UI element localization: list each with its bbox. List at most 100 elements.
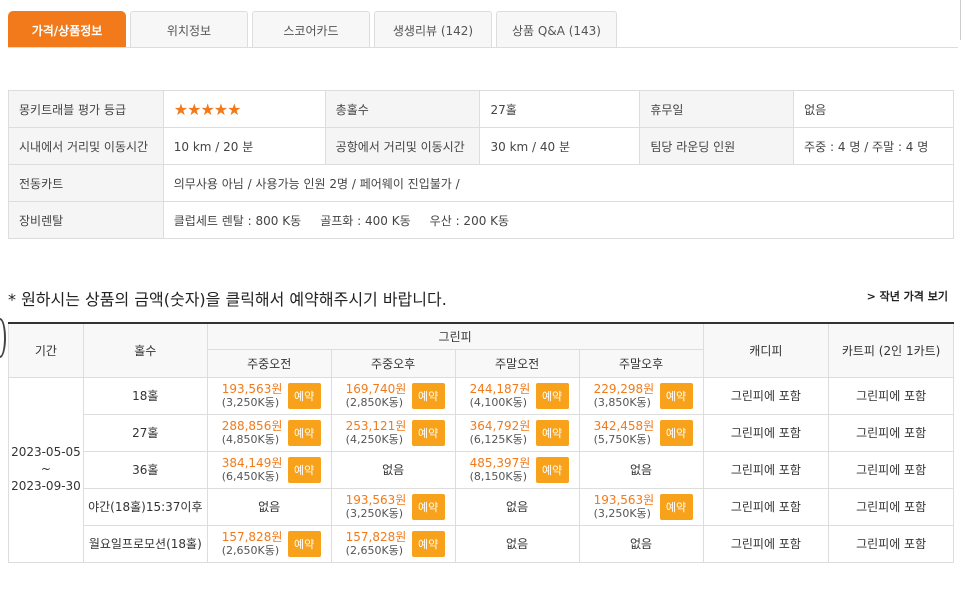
team-size-label: 팀당 라운딩 인원	[639, 127, 795, 165]
period-start: 2023-05-05	[11, 445, 81, 459]
price-cell: 485,397원 (8,150K동) 예약	[454, 450, 580, 489]
price-cell: 253,121원 (4,250K동) 예약	[330, 413, 456, 452]
tab-bar: 가격/상품정보 위치정보 스코어카드 생생리뷰 (142) 상품 Q&A (14…	[8, 11, 617, 48]
rental-label: 장비렌탈	[8, 201, 164, 239]
price-amount[interactable]: 485,397원 (8,150K동)	[470, 456, 531, 483]
book-button[interactable]: 예약	[411, 493, 445, 520]
table-row: 36홀 384,149원 (6,450K동) 예약 없음 485,397원 (8,15…	[9, 450, 954, 489]
cart-fee-cell: 그린피에 포함	[828, 450, 954, 489]
table-row: 27홀 288,856원 (4,850K동) 예약 253,121원 (4,250K동…	[9, 413, 954, 452]
price-amount[interactable]: 364,792원 (6,125K동)	[470, 419, 531, 446]
holes-value: 27홀	[479, 90, 641, 128]
price-cell: 193,563원 (3,250K동) 예약	[578, 487, 704, 526]
holes-cell: 36홀	[82, 450, 208, 489]
prev-year-price-link[interactable]: > 작년 가격 보기	[867, 288, 948, 304]
weekday-pm-header: 주중오후	[330, 348, 456, 378]
price-amount[interactable]: 342,458원 (5,750K동)	[594, 419, 655, 446]
book-button[interactable]: 예약	[535, 382, 569, 409]
book-button[interactable]: 예약	[659, 382, 693, 409]
holes-cell: 27홀	[82, 413, 208, 452]
book-button[interactable]: 예약	[411, 530, 445, 557]
caddie-header: 캐디피	[702, 322, 830, 378]
price-none-cell: 없음	[578, 450, 704, 489]
airport-distance-label: 공항에서 거리및 이동시간	[324, 127, 481, 165]
booking-notice: * 원하시는 상품의 금액(숫자)을 클릭해서 예약해주시기 바랍니다.	[8, 290, 447, 309]
book-button[interactable]: 예약	[659, 419, 693, 446]
cart-label: 전동카트	[8, 164, 164, 202]
holes-label: 총홀수	[324, 90, 481, 128]
weekday-am-header: 주중오전	[206, 348, 332, 378]
tabs-divider	[8, 47, 958, 48]
cart-fee-cell: 그린피에 포함	[828, 524, 954, 563]
price-none-cell: 없음	[206, 487, 332, 526]
weekend-am-header: 주말오전	[454, 348, 580, 378]
cart-fee-cell: 그린피에 포함	[828, 376, 954, 415]
price-amount[interactable]: 288,856원 (4,850K동)	[222, 419, 283, 446]
holes-cell: 월요일프로모션(18홀)	[82, 524, 208, 563]
price-amount[interactable]: 157,828원 (2,650K동)	[346, 530, 407, 557]
period-header: 기간	[8, 322, 84, 378]
closed-day-label: 휴무일	[639, 90, 795, 128]
price-cell: 193,563원 (3,250K동) 예약	[206, 376, 332, 415]
scrollbar-edge	[960, 0, 966, 40]
course-info-table: 몽키트래블 평가 등급 ★★★★★ 총홀수 27홀 휴무일 없음 시내에서 거리…	[8, 90, 955, 239]
table-row: 야간(18홀)15:37이후 없음 193,563원 (3,250K동) 예약 없음…	[9, 487, 954, 526]
price-table: 기간 홀수 그린피 캐디피 카트피 (2인 1카트) 주중오전 주중오후 주말오…	[8, 322, 954, 563]
tab-scorecard[interactable]: 스코어카드	[252, 11, 370, 48]
price-amount[interactable]: 229,298원 (3,850K동)	[594, 382, 655, 409]
closed-day-value: 없음	[793, 90, 954, 128]
tab-qna[interactable]: 상품 Q&A (143)	[496, 11, 617, 48]
book-button[interactable]: 예약	[535, 419, 569, 446]
caddie-cell: 그린피에 포함	[702, 376, 830, 415]
cart-fee-cell: 그린피에 포함	[828, 487, 954, 526]
book-button[interactable]: 예약	[287, 456, 321, 483]
book-button[interactable]: 예약	[287, 530, 321, 557]
price-amount[interactable]: 253,121원 (4,250K동)	[346, 419, 407, 446]
cart-fee-header: 카트피 (2인 1카트)	[828, 322, 954, 378]
cart-value: 의무사용 아님 / 사용가능 인원 2명 / 페어웨이 진입불가 /	[162, 164, 955, 202]
price-amount[interactable]: 157,828원 (2,650K동)	[222, 530, 283, 557]
price-amount[interactable]: 244,187원 (4,100K동)	[470, 382, 531, 409]
period-end: 2023-09-30	[11, 479, 81, 493]
price-amount[interactable]: 193,563원 (3,250K동)	[346, 493, 407, 520]
holes-header: 홀수	[82, 322, 208, 378]
price-none-cell: 없음	[454, 487, 580, 526]
book-button[interactable]: 예약	[287, 419, 321, 446]
rating-stars: ★★★★★	[162, 90, 326, 128]
tab-reviews[interactable]: 생생리뷰 (142)	[374, 11, 492, 48]
price-cell: 364,792원 (6,125K동) 예약	[454, 413, 580, 452]
book-button[interactable]: 예약	[411, 419, 445, 446]
price-amount[interactable]: 193,563원 (3,250K동)	[222, 382, 283, 409]
star-rating-icon: ★★★★★	[173, 99, 242, 119]
airport-distance-value: 30 km / 40 분	[479, 127, 641, 165]
city-distance-value: 10 km / 20 분	[162, 127, 326, 165]
tab-location[interactable]: 위치정보	[130, 11, 248, 48]
caddie-cell: 그린피에 포함	[702, 413, 830, 452]
book-button[interactable]: 예약	[411, 382, 445, 409]
price-cell: 157,828원 (2,650K동) 예약	[206, 524, 332, 563]
tab-price-info[interactable]: 가격/상품정보	[8, 11, 126, 48]
cart-fee-cell: 그린피에 포함	[828, 413, 954, 452]
city-distance-label: 시내에서 거리및 이동시간	[8, 127, 164, 165]
rating-label: 몽키트래블 평가 등급	[8, 90, 164, 128]
book-button[interactable]: 예약	[659, 493, 693, 520]
price-cell: 244,187원 (4,100K동) 예약	[454, 376, 580, 415]
book-button[interactable]: 예약	[287, 382, 321, 409]
period-sep: ~	[40, 462, 51, 476]
rental-value: 클럽세트 렌탈 : 800 K동 골프화 : 400 K동 우산 : 200 K…	[162, 201, 955, 239]
price-none-cell: 없음	[454, 524, 580, 563]
book-button[interactable]: 예약	[535, 456, 569, 483]
price-none-cell: 없음	[578, 524, 704, 563]
caddie-cell: 그린피에 포함	[702, 524, 830, 563]
team-size-value: 주중 : 4 명 / 주말 : 4 명	[793, 127, 954, 165]
greenfee-header: 그린피	[206, 322, 704, 350]
price-cell: 342,458원 (5,750K동) 예약	[578, 413, 704, 452]
price-amount[interactable]: 169,740원 (2,850K동)	[346, 382, 407, 409]
price-amount[interactable]: 384,149원 (6,450K동)	[222, 456, 283, 483]
period-cell: 2023-05-05 ~ 2023-09-30	[8, 376, 84, 563]
price-amount[interactable]: 193,563원 (3,250K동)	[594, 493, 655, 520]
holes-cell: 18홀	[82, 376, 208, 415]
weekend-pm-header: 주말오후	[578, 348, 704, 378]
price-none-cell: 없음	[330, 450, 456, 489]
price-cell: 157,828원 (2,650K동) 예약	[330, 524, 456, 563]
